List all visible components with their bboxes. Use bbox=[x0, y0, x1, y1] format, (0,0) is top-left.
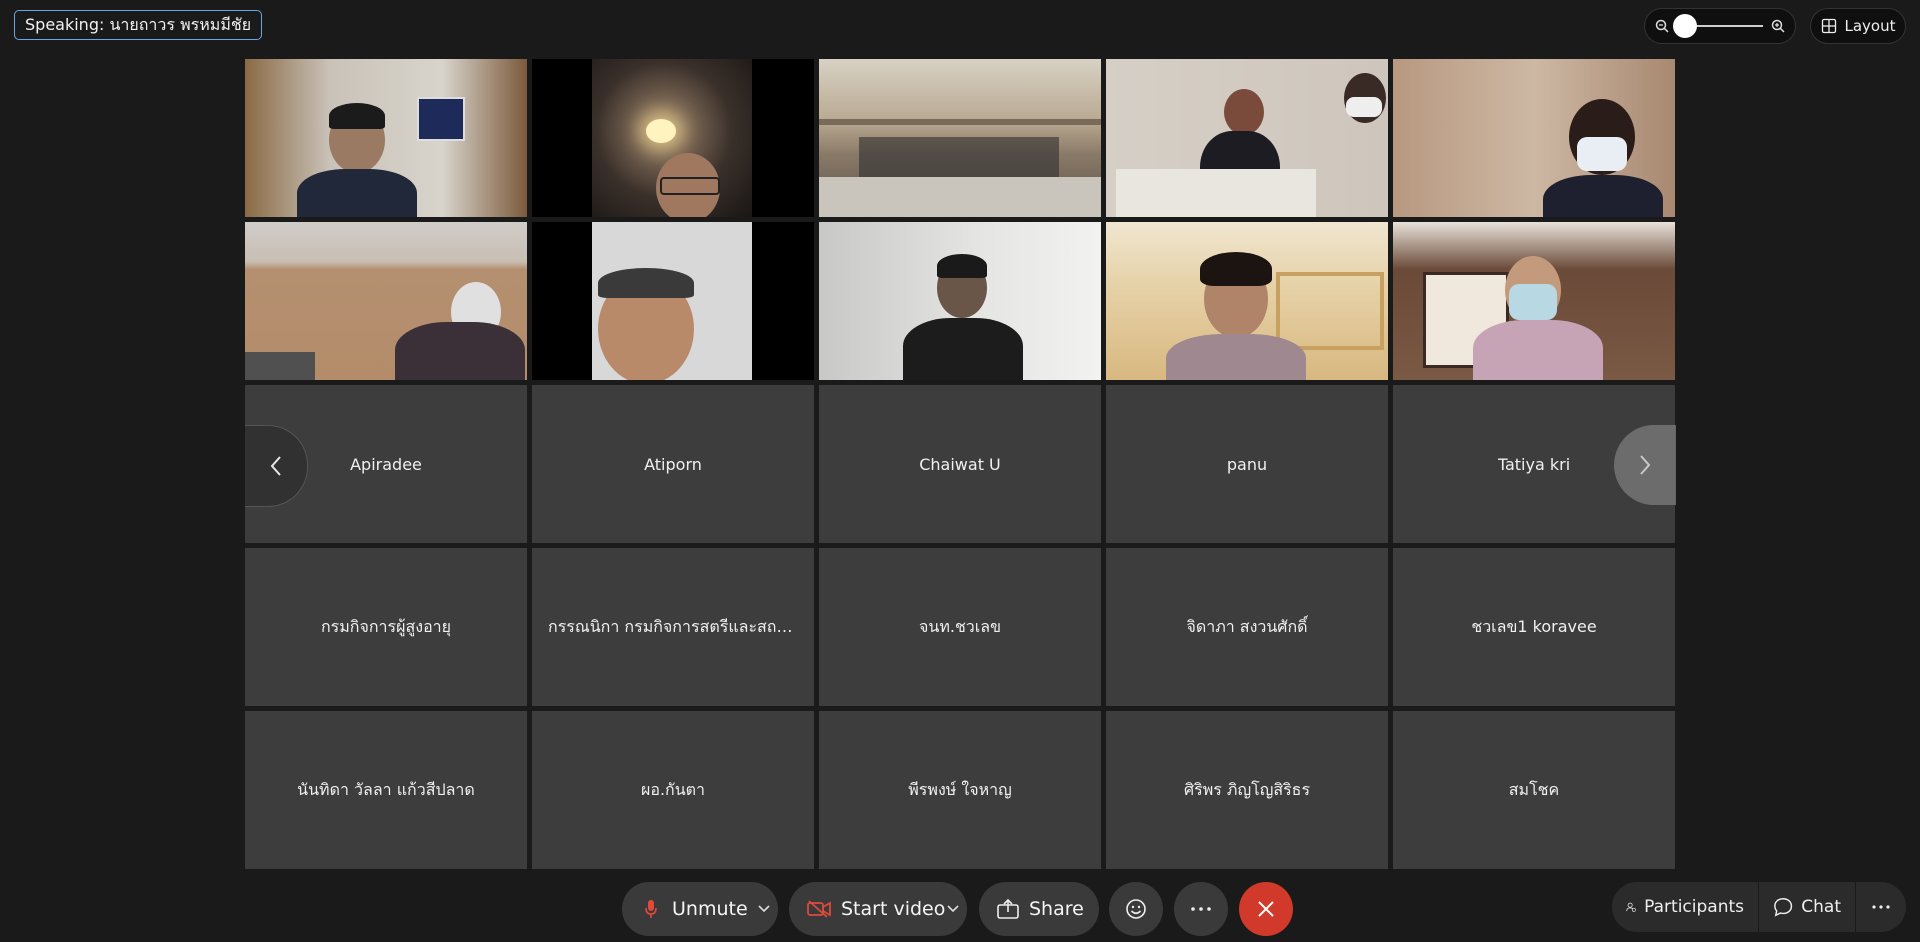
unmute-label: Unmute bbox=[672, 898, 748, 920]
active-speaker-label: Speaking: นายถาวร พรหมมีชัย bbox=[14, 10, 263, 40]
participant-tile[interactable]: กรมกิจการผู้สูงอายุ bbox=[245, 548, 527, 706]
close-icon bbox=[1258, 901, 1274, 917]
video-tile[interactable] bbox=[532, 222, 814, 380]
zoom-out-icon[interactable] bbox=[1655, 19, 1669, 33]
participant-name: จิดาภา สงวนศักดิ์ bbox=[1186, 616, 1308, 636]
participant-name: ศิริพร ภิญโญสิริธร bbox=[1183, 779, 1311, 799]
share-icon bbox=[997, 899, 1019, 919]
more-panels-button[interactable] bbox=[1856, 882, 1906, 932]
participant-name: ชวเลข1 koravee bbox=[1471, 616, 1597, 636]
chat-bubble-icon bbox=[1774, 897, 1793, 917]
video-tile[interactable] bbox=[819, 222, 1101, 380]
video-tile[interactable] bbox=[1393, 59, 1675, 217]
chevron-right-icon bbox=[1640, 455, 1651, 475]
leave-meeting-button[interactable] bbox=[1239, 882, 1293, 936]
participant-name: Chaiwat U bbox=[919, 454, 1001, 474]
participant-name: พีรพงษ์ ใจหาญ bbox=[908, 779, 1012, 799]
chat-label: Chat bbox=[1801, 897, 1841, 917]
chevron-down-icon[interactable] bbox=[758, 905, 770, 913]
video-tile[interactable] bbox=[819, 59, 1101, 217]
video-off-icon bbox=[807, 900, 831, 918]
participant-name: กรมกิจการผู้สูงอายุ bbox=[320, 616, 452, 636]
chevron-left-icon bbox=[270, 456, 281, 476]
participants-icon bbox=[1626, 902, 1636, 912]
participant-name: จนท.ชวเลข bbox=[919, 616, 1001, 636]
zoom-slider-knob[interactable] bbox=[1673, 14, 1697, 38]
participant-tile[interactable]: จิดาภา สงวนศักดิ์ bbox=[1106, 548, 1388, 706]
participants-button[interactable]: Participants bbox=[1612, 882, 1758, 932]
participant-name: panu bbox=[1226, 454, 1268, 474]
layout-grid-icon bbox=[1821, 18, 1836, 34]
start-video-label: Start video bbox=[841, 898, 946, 920]
more-horizontal-icon bbox=[1872, 905, 1890, 909]
video-tile[interactable] bbox=[1106, 222, 1388, 380]
participant-tile[interactable]: ชวเลข1 koravee bbox=[1393, 548, 1675, 706]
share-label: Share bbox=[1029, 898, 1084, 920]
video-tile[interactable] bbox=[1106, 59, 1388, 217]
participant-name: ผอ.กันตา bbox=[640, 779, 706, 799]
emoji-icon bbox=[1126, 899, 1146, 919]
zoom-slider[interactable] bbox=[1673, 14, 1763, 38]
participant-grid: Apiradee Atiporn Chaiwat U panu Tatiya k… bbox=[245, 59, 1676, 869]
participant-tile[interactable]: นันทิดา วัลลา แก้วสีปลาด bbox=[245, 711, 527, 869]
video-tile[interactable] bbox=[245, 59, 527, 217]
participant-tile[interactable]: ผอ.กันตา bbox=[532, 711, 814, 869]
participant-tile[interactable]: จนท.ชวเลข bbox=[819, 548, 1101, 706]
participant-tile[interactable]: พีรพงษ์ ใจหาญ bbox=[819, 711, 1101, 869]
participant-name: กรรณนิกา กรมกิจการสตรีและสถา... bbox=[548, 616, 798, 636]
zoom-in-icon[interactable] bbox=[1771, 19, 1785, 33]
microphone-muted-icon bbox=[645, 900, 657, 918]
chat-button[interactable]: Chat bbox=[1759, 882, 1855, 932]
participant-tile[interactable]: panu bbox=[1106, 385, 1388, 543]
share-button[interactable]: Share bbox=[979, 882, 1099, 936]
participant-tile[interactable]: สมโชค bbox=[1393, 711, 1675, 869]
video-tile[interactable] bbox=[245, 222, 527, 380]
participant-tile[interactable]: ศิริพร ภิญโญสิริธร bbox=[1106, 711, 1388, 869]
participant-tile[interactable]: Chaiwat U bbox=[819, 385, 1101, 543]
chevron-down-icon[interactable] bbox=[947, 905, 959, 913]
participant-name: นันทิดา วัลลา แก้วสีปลาด bbox=[297, 779, 475, 799]
more-options-button[interactable] bbox=[1174, 882, 1228, 936]
layout-label: Layout bbox=[1844, 17, 1896, 35]
participant-name: Tatiya kri bbox=[1497, 454, 1571, 474]
start-video-button[interactable]: Start video bbox=[789, 882, 967, 936]
zoom-control[interactable] bbox=[1644, 8, 1796, 44]
more-horizontal-icon bbox=[1191, 907, 1211, 911]
participant-tile[interactable]: Atiporn bbox=[532, 385, 814, 543]
right-control-bar: Participants Chat bbox=[1612, 882, 1906, 932]
participant-name: Apiradee bbox=[350, 454, 422, 474]
reactions-button[interactable] bbox=[1109, 882, 1163, 936]
unmute-button[interactable]: Unmute bbox=[622, 882, 778, 936]
video-tile[interactable] bbox=[532, 59, 814, 217]
participant-name: สมโชค bbox=[1508, 779, 1560, 799]
participant-tile[interactable]: กรรณนิกา กรมกิจการสตรีและสถา... bbox=[532, 548, 814, 706]
participant-name: Atiporn bbox=[644, 454, 702, 474]
layout-button[interactable]: Layout bbox=[1810, 8, 1906, 44]
participants-label: Participants bbox=[1644, 897, 1744, 917]
video-tile[interactable] bbox=[1393, 222, 1675, 380]
